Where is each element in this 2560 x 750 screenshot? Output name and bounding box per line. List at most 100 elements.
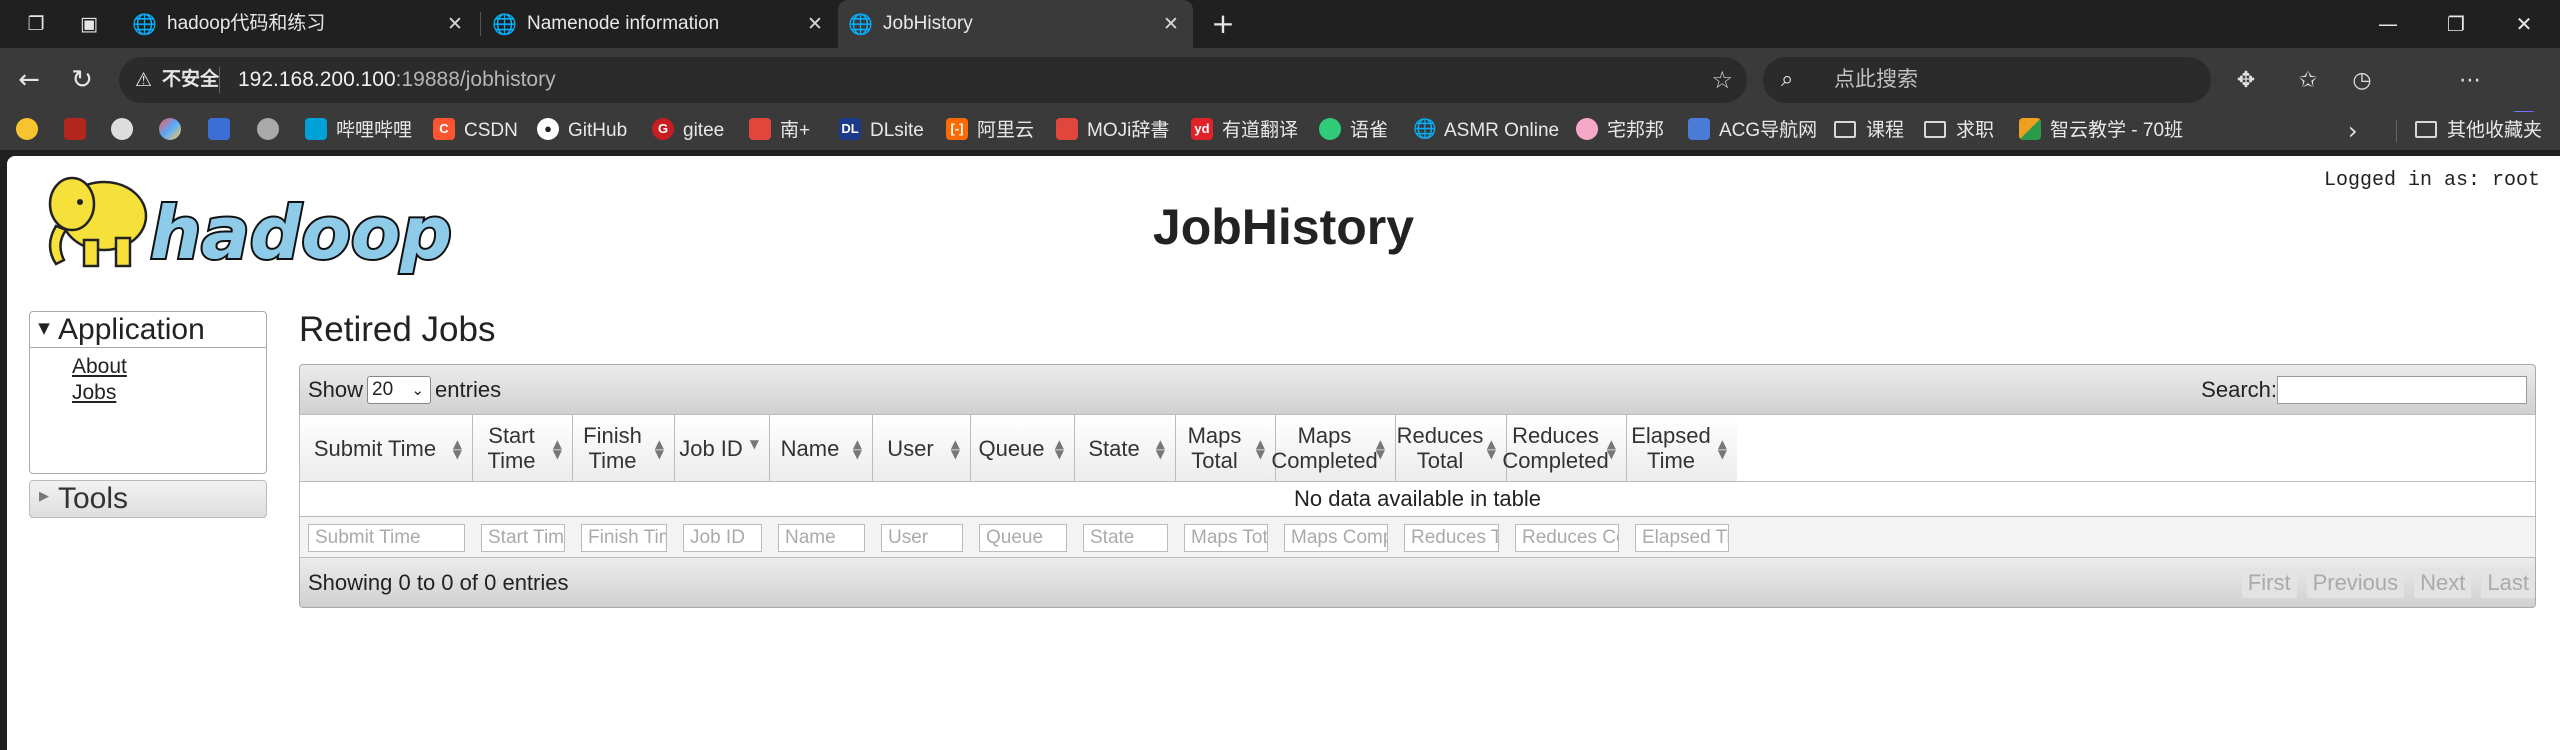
filter-input-state[interactable]: State <box>1083 524 1168 552</box>
filter-input-finish-time[interactable]: Finish Time <box>581 524 667 552</box>
tab-jobhistory[interactable]: 🌐 JobHistory ✕ <box>838 0 1193 48</box>
search-box[interactable]: ⌕ 点此搜索 <box>1763 57 2211 103</box>
pagination-first-button[interactable]: First <box>2241 568 2297 598</box>
bookmark-chrome[interactable] <box>111 112 142 150</box>
pagination-last-button[interactable]: Last <box>2481 568 2535 598</box>
history-icon[interactable]: ◷ <box>2348 67 2376 95</box>
close-icon[interactable]: ✕ <box>443 12 467 36</box>
bookmark-avatar[interactable] <box>257 112 288 150</box>
search-placeholder: 点此搜索 <box>1834 68 1918 91</box>
pagination-next-button[interactable]: Next <box>2414 568 2472 598</box>
bookmark-gitee[interactable]: Ggitee <box>652 112 724 150</box>
tab-actions-icon[interactable]: ▣ <box>77 12 101 36</box>
close-icon[interactable]: ✕ <box>803 12 827 36</box>
github-icon: ● <box>537 118 559 141</box>
bookmark-label: ASMR Online <box>1444 120 1560 141</box>
chevron-right-icon[interactable]: › <box>2348 112 2358 150</box>
restore-button[interactable]: ❐ <box>2420 0 2492 48</box>
column-header-user[interactable]: User ▲ ▼ <box>873 415 971 481</box>
tab-namenode-information[interactable]: 🌐 Namenode information ✕ <box>482 0 837 48</box>
bird-icon <box>208 118 230 141</box>
bookmark-divider <box>2396 120 2397 142</box>
favorite-star-icon[interactable]: ☆ <box>1711 67 1733 93</box>
column-header-label: Maps Total <box>1187 423 1242 473</box>
bookmark-moji[interactable]: MOJi辞書 <box>1056 112 1169 150</box>
column-header-state[interactable]: State ▲ ▼ <box>1075 415 1176 481</box>
more-menu-icon[interactable]: ⋯ <box>2456 67 2484 95</box>
new-tab-button[interactable]: + <box>1211 10 1235 38</box>
filter-input-user[interactable]: User <box>881 524 963 552</box>
column-header-job-id[interactable]: Job ID ▼ <box>675 415 770 481</box>
refresh-icon[interactable]: ↻ <box>67 65 97 95</box>
aliyun-icon: [-] <box>946 118 968 141</box>
close-icon[interactable]: ✕ <box>1159 12 1183 36</box>
other-bookmarks[interactable]: 其他收藏夹 <box>2415 112 2542 150</box>
about-link[interactable]: About <box>72 354 266 380</box>
bookmark-folder-jobs[interactable]: 求职 <box>1924 112 1994 150</box>
filter-input-name[interactable]: Name <box>778 524 865 552</box>
bookmark-yuque[interactable]: 语雀 <box>1319 112 1388 150</box>
workspaces-icon[interactable]: ❐ <box>24 12 48 36</box>
bookmark-acg[interactable]: ACG导航网 <box>1688 112 1817 150</box>
bookmark-south-plus[interactable]: 南+ <box>749 112 810 150</box>
column-header-reduces-completed[interactable]: Reduces Completed ▲ ▼ <box>1502 415 1627 481</box>
logged-in-label: Logged in as: root <box>2323 169 2540 192</box>
bookmark-aliyun[interactable]: [-] 阿里云 <box>946 112 1034 150</box>
bookmark-emoji[interactable] <box>16 112 47 150</box>
table-search-input[interactable] <box>2277 375 2527 404</box>
bookmark-bird[interactable] <box>208 112 239 150</box>
bookmark-colorful[interactable] <box>159 112 190 150</box>
bookmark-bilibili[interactable]: 哔哩哔哩 <box>305 112 412 150</box>
filter-input-maps-completed[interactable]: Maps Completed <box>1284 524 1388 552</box>
bookmark-label: MOJi辞書 <box>1087 120 1170 141</box>
column-header-start-time[interactable]: Start Time ▲ ▼ <box>473 415 573 481</box>
tab-hadoop-code[interactable]: 🌐 hadoop代码和练习 ✕ <box>122 0 477 48</box>
column-header-elapsed-time[interactable]: Elapsed Time ▲ ▼ <box>1627 415 1737 481</box>
back-arrow-icon[interactable]: ← <box>14 65 44 95</box>
yuque-icon <box>1319 118 1341 141</box>
bookmark-youdao[interactable]: yd 有道翻译 <box>1191 112 1298 150</box>
bookmark-demon[interactable] <box>64 112 95 150</box>
column-header-reduces-total[interactable]: Reduces Total ▲ ▼ <box>1396 415 1507 481</box>
filter-input-start-time[interactable]: Start Time <box>481 524 565 552</box>
url-text[interactable]: 192.168.200.100:19888/jobhistory <box>238 57 556 103</box>
filter-input-reduces-completed[interactable]: Reduces Completed <box>1515 524 1619 552</box>
close-window-button[interactable]: ✕ <box>2488 0 2560 48</box>
bookmark-csdn[interactable]: C CSDN <box>433 112 518 150</box>
application-header[interactable]: ▼ Application <box>30 312 266 348</box>
extensions-icon[interactable]: ✥ <box>2232 67 2260 95</box>
filter-input-elapsed-time[interactable]: Elapsed Time <box>1635 524 1729 552</box>
bookmark-zhiyun[interactable]: 智云教学 - 70班 <box>2019 112 2183 150</box>
table-footer: Showing 0 to 0 of 0 entries First Previou… <box>299 558 2536 608</box>
filter-input-reduces-total[interactable]: Reduces Total <box>1404 524 1499 552</box>
filter-input-queue[interactable]: Queue <box>979 524 1067 552</box>
filter-input-maps-total[interactable]: Maps Total <box>1184 524 1268 552</box>
warning-icon[interactable]: ⚠ <box>135 68 152 92</box>
entries-select[interactable]: 20 ⌄ <box>367 375 432 404</box>
filter-input-job-id[interactable]: Job ID <box>683 524 762 552</box>
minimize-button[interactable]: — <box>2352 0 2424 48</box>
column-header-finish-time[interactable]: Finish Time ▲ ▼ <box>573 415 675 481</box>
entries-value: 20 <box>372 378 394 400</box>
filter-input-submit-time[interactable]: Submit Time <box>308 524 465 552</box>
column-header-queue[interactable]: Queue ▲ ▼ <box>971 415 1075 481</box>
sort-both-icon: ▲ ▼ <box>1375 437 1385 461</box>
column-header-maps-completed[interactable]: Maps Completed ▲ ▼ <box>1271 415 1396 481</box>
address-bar[interactable]: ⚠ 不安全 192.168.200.100:19888/jobhistory ☆ <box>119 57 1747 103</box>
column-header-maps-total[interactable]: Maps Total ▲ ▼ <box>1176 415 1276 481</box>
column-header-name[interactable]: Name ▲ ▼ <box>770 415 873 481</box>
bookmark-folder-courses[interactable]: 课程 <box>1834 112 1904 150</box>
security-label[interactable]: 不安全 <box>162 57 219 103</box>
jobs-link[interactable]: Jobs <box>72 380 266 406</box>
pagination-previous-button[interactable]: Previous <box>2306 568 2405 598</box>
tools-label: Tools <box>58 482 129 515</box>
column-header-submit-time[interactable]: Submit Time ▲ ▼ <box>300 415 473 481</box>
column-header-label: Elapsed Time <box>1631 423 1711 473</box>
bookmark-github[interactable]: ● GitHub <box>537 112 627 150</box>
bookmark-label: 宅邦邦 <box>1607 120 1665 141</box>
bookmark-asmr-online[interactable]: 🌐 ASMR Online <box>1413 112 1559 150</box>
favorites-icon[interactable]: ✩ <box>2294 67 2322 95</box>
tools-panel[interactable]: ▶ Tools <box>29 480 267 518</box>
bookmark-zhaibangbang[interactable]: 宅邦邦 <box>1576 112 1664 150</box>
bookmark-dlsite[interactable]: DL DLsite <box>839 112 924 150</box>
